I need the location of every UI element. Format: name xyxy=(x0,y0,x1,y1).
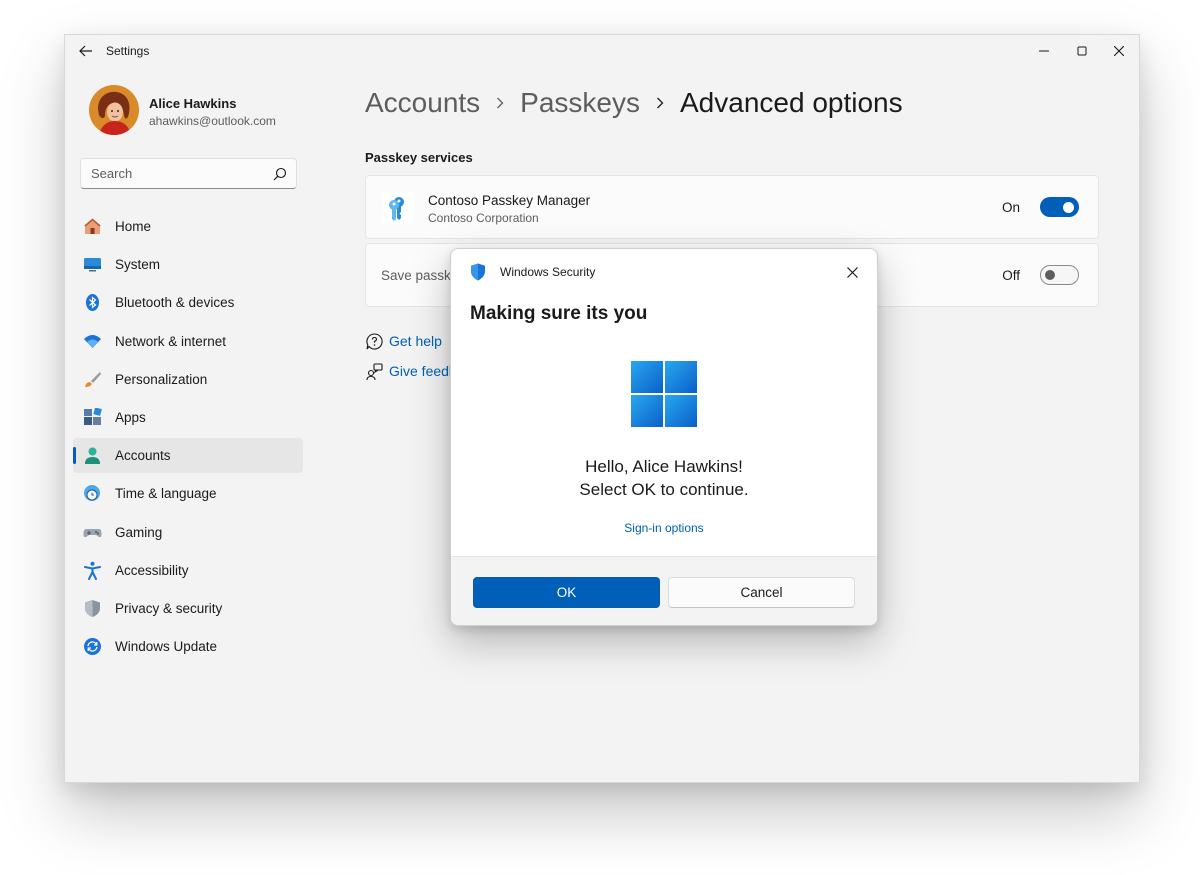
sidebar-item-personalization[interactable]: Personalization xyxy=(73,362,303,397)
sidebar-item-system[interactable]: System xyxy=(73,247,303,282)
passkey-service-card: Contoso Passkey Manager Contoso Corporat… xyxy=(365,175,1099,239)
toggle-state-label: Off xyxy=(1002,268,1020,283)
sidebar-item-label: Personalization xyxy=(115,371,208,387)
windows-logo-icon xyxy=(631,361,697,427)
dialog-close-button[interactable] xyxy=(841,261,863,283)
wifi-icon xyxy=(83,332,102,351)
greeting-text: Hello, Alice Hawkins! xyxy=(585,457,743,476)
profile-email: ahawkins@outlook.com xyxy=(149,114,276,128)
sidebar-item-label: Home xyxy=(115,219,152,234)
sidebar-nav: Home System Bluetooth & devices Network … xyxy=(73,209,303,667)
shield-icon xyxy=(83,599,102,618)
sidebar-item-label: Time & language xyxy=(115,486,217,502)
sidebar-item-apps[interactable]: Apps xyxy=(73,400,303,435)
avatar xyxy=(89,85,139,135)
back-button[interactable] xyxy=(75,41,97,61)
user-profile[interactable]: Alice Hawkins ahawkins@outlook.com xyxy=(89,85,329,137)
home-icon xyxy=(83,217,102,236)
sidebar-item-windows-update[interactable]: Windows Update xyxy=(73,629,303,664)
close-window-button[interactable] xyxy=(1101,39,1137,63)
sidebar-item-label: Gaming xyxy=(115,524,163,540)
sidebar-item-label: Network & internet xyxy=(115,333,227,349)
sign-in-options-link[interactable]: Sign-in options xyxy=(451,521,877,535)
profile-name: Alice Hawkins xyxy=(149,96,237,111)
link-label: Get help xyxy=(389,333,442,349)
accounts-icon xyxy=(83,446,102,465)
dialog-title: Making sure its you xyxy=(470,303,648,324)
save-passkeys-toggle[interactable] xyxy=(1040,265,1079,285)
page-title: Advanced options xyxy=(680,87,903,118)
link-label: Give feedl xyxy=(389,363,453,379)
get-help-link[interactable]: Get help xyxy=(365,330,442,352)
search-input[interactable] xyxy=(81,159,266,188)
maximize-icon xyxy=(1077,46,1087,56)
title-bar: Settings xyxy=(65,35,1139,67)
sidebar-item-label: Accessibility xyxy=(115,562,189,578)
bluetooth-icon xyxy=(83,293,102,312)
sidebar-item-network[interactable]: Network & internet xyxy=(73,324,303,359)
sidebar-item-accessibility[interactable]: Accessibility xyxy=(73,553,303,588)
chevron-right-icon xyxy=(640,97,680,109)
breadcrumb: Accounts Passkeys Advanced options xyxy=(365,83,903,123)
chevron-right-icon xyxy=(480,97,520,109)
brush-icon xyxy=(83,370,102,389)
instruction-text: Select OK to continue. xyxy=(579,480,749,499)
sidebar-item-label: Windows Update xyxy=(115,639,218,655)
maximize-button[interactable] xyxy=(1064,39,1100,63)
sidebar-item-label: Bluetooth & devices xyxy=(115,295,235,311)
toggle-knob xyxy=(1063,202,1074,213)
sidebar-item-accounts[interactable]: Accounts xyxy=(73,438,303,474)
sidebar-item-label: Accounts xyxy=(115,448,171,464)
sidebar-item-label: Apps xyxy=(115,409,146,425)
search-icon[interactable] xyxy=(273,167,287,181)
sidebar-item-privacy[interactable]: Privacy & security xyxy=(73,591,303,626)
sidebar-item-gaming[interactable]: Gaming xyxy=(73,515,303,550)
sidebar-item-label: Privacy & security xyxy=(115,600,223,616)
gamepad-icon xyxy=(83,523,102,542)
cancel-button[interactable]: Cancel xyxy=(668,577,855,608)
save-passkeys-label: Save passke xyxy=(381,268,459,283)
breadcrumb-accounts[interactable]: Accounts xyxy=(365,87,480,119)
toggle-knob xyxy=(1045,269,1055,280)
minimize-icon xyxy=(1039,50,1049,52)
passkey-manager-icon xyxy=(382,192,414,224)
dialog-footer: OK Cancel xyxy=(451,556,877,625)
service-name: Contoso Passkey Manager xyxy=(428,193,591,208)
globe-clock-icon xyxy=(83,484,102,503)
close-icon xyxy=(1114,46,1124,56)
back-arrow-icon xyxy=(79,45,92,57)
breadcrumb-passkeys[interactable]: Passkeys xyxy=(520,87,640,119)
windows-security-shield-icon xyxy=(471,263,485,281)
sidebar-item-home[interactable]: Home xyxy=(73,209,303,244)
toggle-state-label: On xyxy=(1001,200,1020,215)
service-toggle[interactable] xyxy=(1040,197,1079,217)
section-title: Passkey services xyxy=(365,150,473,165)
feedback-icon xyxy=(365,362,383,380)
windows-security-dialog: Windows Security Making sure its you Hel… xyxy=(450,248,878,626)
app-title: Settings xyxy=(106,44,150,58)
update-icon xyxy=(83,637,102,656)
sidebar-item-time-language[interactable]: Time & language xyxy=(73,476,303,511)
help-icon xyxy=(365,332,383,350)
apps-icon xyxy=(83,407,102,427)
service-publisher: Contoso Corporation xyxy=(428,211,539,225)
minimize-button[interactable] xyxy=(1026,39,1062,63)
close-icon xyxy=(846,266,858,278)
dialog-app-name: Windows Security xyxy=(500,265,596,279)
ok-button[interactable]: OK xyxy=(473,577,660,608)
give-feedback-link[interactable]: Give feedl xyxy=(365,360,452,382)
accessibility-icon xyxy=(83,561,102,580)
sidebar-item-bluetooth[interactable]: Bluetooth & devices xyxy=(73,285,303,320)
system-icon xyxy=(83,255,102,274)
sidebar-item-label: System xyxy=(115,257,161,273)
search-box[interactable] xyxy=(80,158,297,189)
